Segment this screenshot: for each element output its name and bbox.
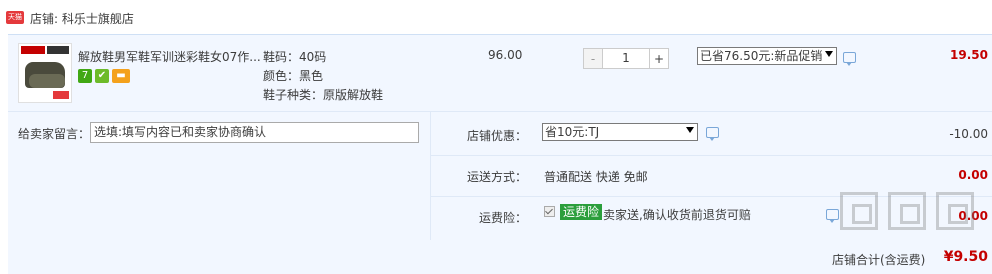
dropdown-arrow-icon — [825, 51, 833, 57]
insurance-row: 运费险： 运费险 卖家送,确认收货前退货可赔 0.00 — [431, 197, 992, 237]
sku-type: 鞋子种类：原版解放鞋 — [263, 88, 384, 102]
shipping-row: 运送方式： 普通配送 快递 免邮 0.00 — [431, 156, 992, 197]
coupon-selected: 省10元:TJ — [545, 125, 600, 139]
shipping-label: 运送方式： — [466, 170, 527, 184]
increase-quantity-button[interactable]: + — [649, 48, 669, 69]
product-thumbnail[interactable] — [18, 43, 72, 103]
shipping-method: 普通配送 快递 免邮 — [544, 170, 648, 184]
insurance-cost: 0.00 — [958, 209, 988, 223]
coupon-value: -10.00 — [949, 127, 988, 141]
order-item-row: 解放鞋男军鞋军训迷彩鞋女07作... 7 ✔ ▬ 鞋码：40码 颜色：黑色 鞋子种类… — [8, 35, 992, 112]
promotion-info-icon[interactable] — [843, 52, 856, 66]
seven-day-return-icon[interactable]: 7 — [78, 69, 92, 83]
message-label: 给卖家留言： — [18, 127, 91, 141]
item-subtotal: 19.50 — [950, 48, 988, 62]
dropdown-arrow-icon — [686, 127, 694, 133]
shop-total-value: ¥9.50 — [943, 249, 988, 265]
coupon-label: 店铺优惠： — [466, 129, 527, 143]
decrease-quantity-button[interactable]: - — [583, 48, 603, 69]
guarantee-icon[interactable]: ✔ — [95, 69, 109, 83]
quantity-input[interactable]: 1 — [603, 48, 649, 69]
insurance-label: 运费险： — [478, 211, 527, 225]
shop-total-row: 店铺合计(含运费) ¥9.50 — [8, 241, 992, 274]
credit-card-icon[interactable]: ▬ — [112, 69, 130, 83]
tmall-icon: 天猫 — [6, 11, 24, 24]
shop-bar: 天猫 店铺: 科乐士旗舰店 — [0, 0, 992, 34]
insurance-checkbox[interactable] — [544, 206, 555, 217]
promotion-selected: 已省76.50元:新品促销 — [700, 49, 823, 63]
insurance-info-icon[interactable] — [826, 209, 839, 223]
thumb-price-tag — [53, 91, 69, 99]
insurance-badge: 运费险 — [560, 204, 603, 220]
product-title[interactable]: 解放鞋男军鞋军训迷彩鞋女07作... — [78, 48, 262, 65]
service-badges: 7 ✔ ▬ — [78, 69, 133, 83]
shop-total-label: 店铺合计(含运费) — [832, 253, 926, 267]
thumb-brand-tag — [21, 46, 45, 54]
order-panel: 解放鞋男军鞋军训迷彩鞋女07作... 7 ✔ ▬ 鞋码：40码 颜色：黑色 鞋子种类… — [8, 34, 992, 274]
coupon-row: 店铺优惠： 省10元:TJ -10.00 — [431, 115, 992, 156]
shop-name[interactable]: 店铺: 科乐士旗舰店 — [30, 10, 134, 27]
coupon-info-icon[interactable] — [706, 127, 719, 141]
message-input[interactable]: 选填:填写内容已和卖家协商确认 — [90, 122, 419, 143]
thumb-label-tag — [47, 46, 69, 54]
promotion-select[interactable]: 已省76.50元:新品促销 — [697, 47, 837, 65]
shipping-cost: 0.00 — [958, 168, 988, 182]
shoe-sole-image — [29, 74, 65, 88]
sku-size: 鞋码：40码 — [263, 50, 327, 64]
insurance-text: 卖家送,确认收货前退货可赔 — [603, 208, 751, 222]
sku-info: 鞋码：40码 颜色：黑色 鞋子种类：原版解放鞋 — [263, 48, 383, 105]
sku-color: 颜色：黑色 — [263, 69, 324, 83]
unit-price: 96.00 — [488, 48, 523, 62]
coupon-select[interactable]: 省10元:TJ — [542, 123, 698, 141]
buyer-message-area: 给卖家留言： 选填:填写内容已和卖家协商确认 — [8, 112, 431, 240]
